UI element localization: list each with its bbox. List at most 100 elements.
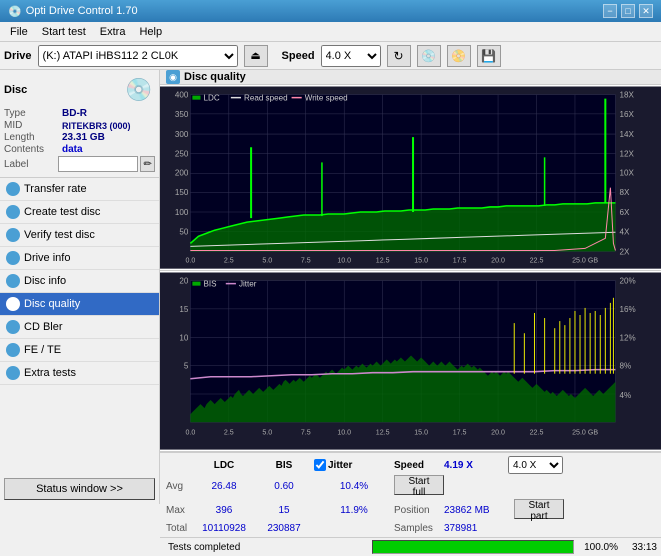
disc-section-label: Disc xyxy=(4,84,27,96)
close-button[interactable]: ✕ xyxy=(639,4,653,18)
stats-total-row: Total 10110928 230887 Samples 378981 xyxy=(166,523,655,534)
disc-header: Disc 💿 xyxy=(4,74,155,106)
svg-text:15: 15 xyxy=(179,305,188,314)
svg-text:7.5: 7.5 xyxy=(301,429,311,437)
title-bar: 💿 Opti Drive Control 1.70 − □ ✕ xyxy=(0,0,661,22)
top-chart-svg: 400 350 300 250 200 150 100 50 18X 16X xyxy=(160,85,661,270)
minimize-button[interactable]: − xyxy=(603,4,617,18)
nav-icon-create-test xyxy=(6,205,20,219)
svg-text:300: 300 xyxy=(175,130,189,139)
svg-text:10: 10 xyxy=(179,333,188,342)
nav-fe-te[interactable]: FE / TE xyxy=(0,339,159,362)
stats-avg-row: Avg 26.48 0.60 10.4% Start full xyxy=(166,475,655,498)
start-part-button[interactable]: Start part xyxy=(514,499,564,519)
avg-ldc-value: 26.48 xyxy=(194,481,254,492)
svg-text:12.5: 12.5 xyxy=(376,257,390,265)
nav-drive-info[interactable]: Drive info xyxy=(0,247,159,270)
svg-text:Write speed: Write speed xyxy=(305,94,348,103)
status-window-button[interactable]: Status window >> xyxy=(4,478,155,500)
svg-text:5: 5 xyxy=(184,362,189,371)
nav-extra-tests[interactable]: Extra tests xyxy=(0,362,159,385)
total-ldc-value: 10110928 xyxy=(194,523,254,534)
menu-start-test[interactable]: Start test xyxy=(36,24,92,40)
menu-help[interactable]: Help xyxy=(133,24,168,40)
disc-label-input[interactable] xyxy=(58,156,138,172)
jitter-checkbox[interactable] xyxy=(314,459,326,471)
label-edit-button[interactable]: ✏ xyxy=(140,156,155,172)
app-title: Opti Drive Control 1.70 xyxy=(26,5,138,17)
svg-text:250: 250 xyxy=(175,149,189,158)
max-bis-value: 15 xyxy=(254,505,314,516)
svg-text:20: 20 xyxy=(179,277,188,286)
nav-disc-info[interactable]: Disc info xyxy=(0,270,159,293)
drive-bar: Drive (K:) ATAPI iHBS112 2 CL0K ⏏ Speed … xyxy=(0,42,661,70)
disc-mid-value: RITEKBR3 (000) xyxy=(62,121,131,131)
svg-text:Jitter: Jitter xyxy=(239,280,257,289)
start-full-button[interactable]: Start full xyxy=(394,475,444,495)
total-label: Total xyxy=(166,523,194,534)
svg-text:0.0: 0.0 xyxy=(185,257,195,265)
svg-text:LDC: LDC xyxy=(204,94,220,103)
bottom-chart-svg: 20 15 10 5 20% 16% 12% 8% 4% xyxy=(160,271,661,451)
disc-icon-button[interactable]: 💿 xyxy=(417,45,441,67)
maximize-button[interactable]: □ xyxy=(621,4,635,18)
svg-text:12.5: 12.5 xyxy=(376,429,390,437)
refresh-button[interactable]: ↻ xyxy=(387,45,411,67)
svg-text:Read speed: Read speed xyxy=(244,94,288,103)
nav-label-extra-tests: Extra tests xyxy=(24,367,76,379)
col-ldc-header: LDC xyxy=(194,460,254,471)
svg-text:400: 400 xyxy=(175,91,189,100)
svg-text:7.5: 7.5 xyxy=(301,257,311,265)
jitter-checkbox-area: Jitter xyxy=(314,459,394,471)
app-icon: 💿 xyxy=(8,5,22,18)
svg-text:16%: 16% xyxy=(620,305,636,314)
stats-panel: LDC BIS Jitter Speed 4.19 X 4.0 X Avg 26… xyxy=(160,452,661,537)
speed-select-stats[interactable]: 4.0 X xyxy=(508,456,563,474)
nav-disc-quality[interactable]: Disc quality xyxy=(0,293,159,316)
svg-text:8X: 8X xyxy=(620,188,630,197)
nav-label-disc-info: Disc info xyxy=(24,275,66,287)
svg-text:4X: 4X xyxy=(620,227,630,236)
svg-text:17.5: 17.5 xyxy=(453,429,467,437)
disc2-icon-button[interactable]: 📀 xyxy=(447,45,471,67)
svg-text:10.0: 10.0 xyxy=(337,429,351,437)
disc-image: 💿 xyxy=(123,74,155,106)
svg-text:14X: 14X xyxy=(620,130,635,139)
eject-button[interactable]: ⏏ xyxy=(244,45,268,67)
svg-text:22.5: 22.5 xyxy=(530,429,544,437)
col-speed-header: Speed xyxy=(394,460,444,471)
col-jitter-header: Jitter xyxy=(328,460,352,471)
nav-verify-test-disc[interactable]: Verify test disc xyxy=(0,224,159,247)
svg-text:18X: 18X xyxy=(620,91,635,100)
drive-select[interactable]: (K:) ATAPI iHBS112 2 CL0K xyxy=(38,45,238,67)
stats-headers: LDC BIS Jitter Speed 4.19 X 4.0 X xyxy=(166,456,655,474)
nav-create-test-disc[interactable]: Create test disc xyxy=(0,201,159,224)
col-bis-header: BIS xyxy=(254,460,314,471)
menu-extra[interactable]: Extra xyxy=(94,24,132,40)
position-value: 23862 MB xyxy=(444,505,514,516)
svg-text:50: 50 xyxy=(179,227,188,236)
svg-text:200: 200 xyxy=(175,169,189,178)
avg-jitter-value: 10.4% xyxy=(314,481,394,492)
max-ldc-value: 396 xyxy=(194,505,254,516)
nav-cd-bler[interactable]: CD Bler xyxy=(0,316,159,339)
menu-file[interactable]: File xyxy=(4,24,34,40)
progress-percentage: 100.0% xyxy=(578,542,618,553)
disc-length-field: Length 23.31 GB xyxy=(4,132,155,143)
nav-icon-transfer-rate xyxy=(6,182,20,196)
nav-icon-verify-test xyxy=(6,228,20,242)
disc-contents-value: data xyxy=(62,144,83,155)
svg-text:12%: 12% xyxy=(620,333,636,342)
nav-icon-fe-te xyxy=(6,343,20,357)
svg-text:2.5: 2.5 xyxy=(224,257,234,265)
nav-transfer-rate[interactable]: Transfer rate xyxy=(0,178,159,201)
svg-text:100: 100 xyxy=(175,208,189,217)
svg-text:20.0: 20.0 xyxy=(491,257,505,265)
save-button[interactable]: 💾 xyxy=(477,45,501,67)
speed-select[interactable]: 4.0 X xyxy=(321,45,381,67)
svg-text:16X: 16X xyxy=(620,110,635,119)
stats-max-row: Max 396 15 11.9% Position 23862 MB Start… xyxy=(166,499,655,522)
nav-label-fe-te: FE / TE xyxy=(24,344,61,356)
nav-label-create-test: Create test disc xyxy=(24,206,100,218)
svg-text:2.5: 2.5 xyxy=(224,429,234,437)
